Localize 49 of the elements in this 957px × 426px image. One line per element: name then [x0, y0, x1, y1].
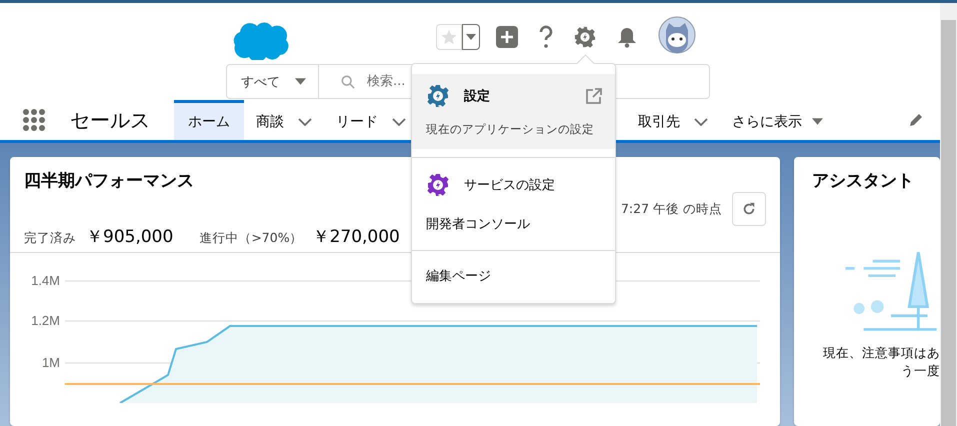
caret-icon — [466, 34, 476, 40]
star-icon — [440, 28, 458, 46]
chevron-icon — [298, 118, 312, 126]
favorites-dropdown[interactable] — [462, 24, 480, 50]
assistant-message: 現在、注意事項はあ — [822, 344, 940, 362]
chevron-icon — [392, 118, 406, 126]
settings-icon — [426, 84, 450, 108]
app-launcher-icon[interactable] — [22, 108, 46, 132]
menu-item-description: 現在のアプリケーションの設定 — [426, 122, 595, 137]
y-axis-label: 1.4M — [31, 273, 60, 288]
refresh-button[interactable] — [732, 192, 766, 226]
menu-item[interactable]: 編集ページ — [412, 257, 615, 293]
closed-label: 完了済み — [24, 230, 76, 247]
card-title: アシスタント — [812, 170, 914, 192]
settings-icon[interactable] — [574, 26, 596, 48]
closed-amount: ￥905,000 — [86, 226, 174, 248]
nav-tab[interactable]: ホーム — [174, 100, 244, 140]
menu-item-label: 編集ページ — [426, 269, 491, 284]
add-icon[interactable] — [496, 26, 518, 48]
as-of-time: 7:27 午後 の時点 — [620, 200, 722, 218]
caret-icon — [295, 78, 306, 85]
settings-icon — [426, 173, 450, 197]
menu-item-label: 設定 — [464, 88, 490, 105]
help-icon[interactable] — [538, 25, 554, 49]
external-link-icon — [585, 87, 603, 105]
nav-tab[interactable]: 商談 — [244, 100, 324, 140]
nav-tab[interactable]: さらに表示 — [720, 100, 835, 140]
menu-item-label: 開発者コンソール — [426, 217, 530, 232]
avatar[interactable] — [658, 16, 696, 54]
scrollbar[interactable] — [940, 3, 957, 426]
nav-tab[interactable]: 取引先 — [626, 100, 720, 140]
edit-icon[interactable] — [908, 112, 924, 128]
card-title: 四半期パフォーマンス — [24, 170, 194, 192]
open-amount: ￥270,000 — [312, 226, 400, 248]
menu-item[interactable]: 設定 現在のアプリケーションの設定 — [412, 74, 615, 149]
refresh-icon — [742, 202, 756, 216]
open-label: 進行中（>70%） — [199, 230, 303, 247]
chevron-icon — [694, 118, 708, 126]
caret-icon — [812, 118, 823, 125]
assistant-message: う一度 — [900, 362, 940, 380]
y-axis-label: 1.2M — [31, 313, 60, 328]
menu-item[interactable]: サービスの設定 — [412, 164, 615, 206]
notification-bell-icon[interactable] — [616, 26, 638, 48]
search-icon — [341, 74, 355, 88]
menu-item-label: サービスの設定 — [464, 177, 555, 194]
y-axis-label: 1M — [42, 355, 60, 370]
search-scope-dropdown[interactable]: すべて — [227, 65, 319, 98]
menu-item[interactable]: 開発者コンソール — [412, 206, 615, 242]
app-name: セールス — [70, 106, 150, 134]
